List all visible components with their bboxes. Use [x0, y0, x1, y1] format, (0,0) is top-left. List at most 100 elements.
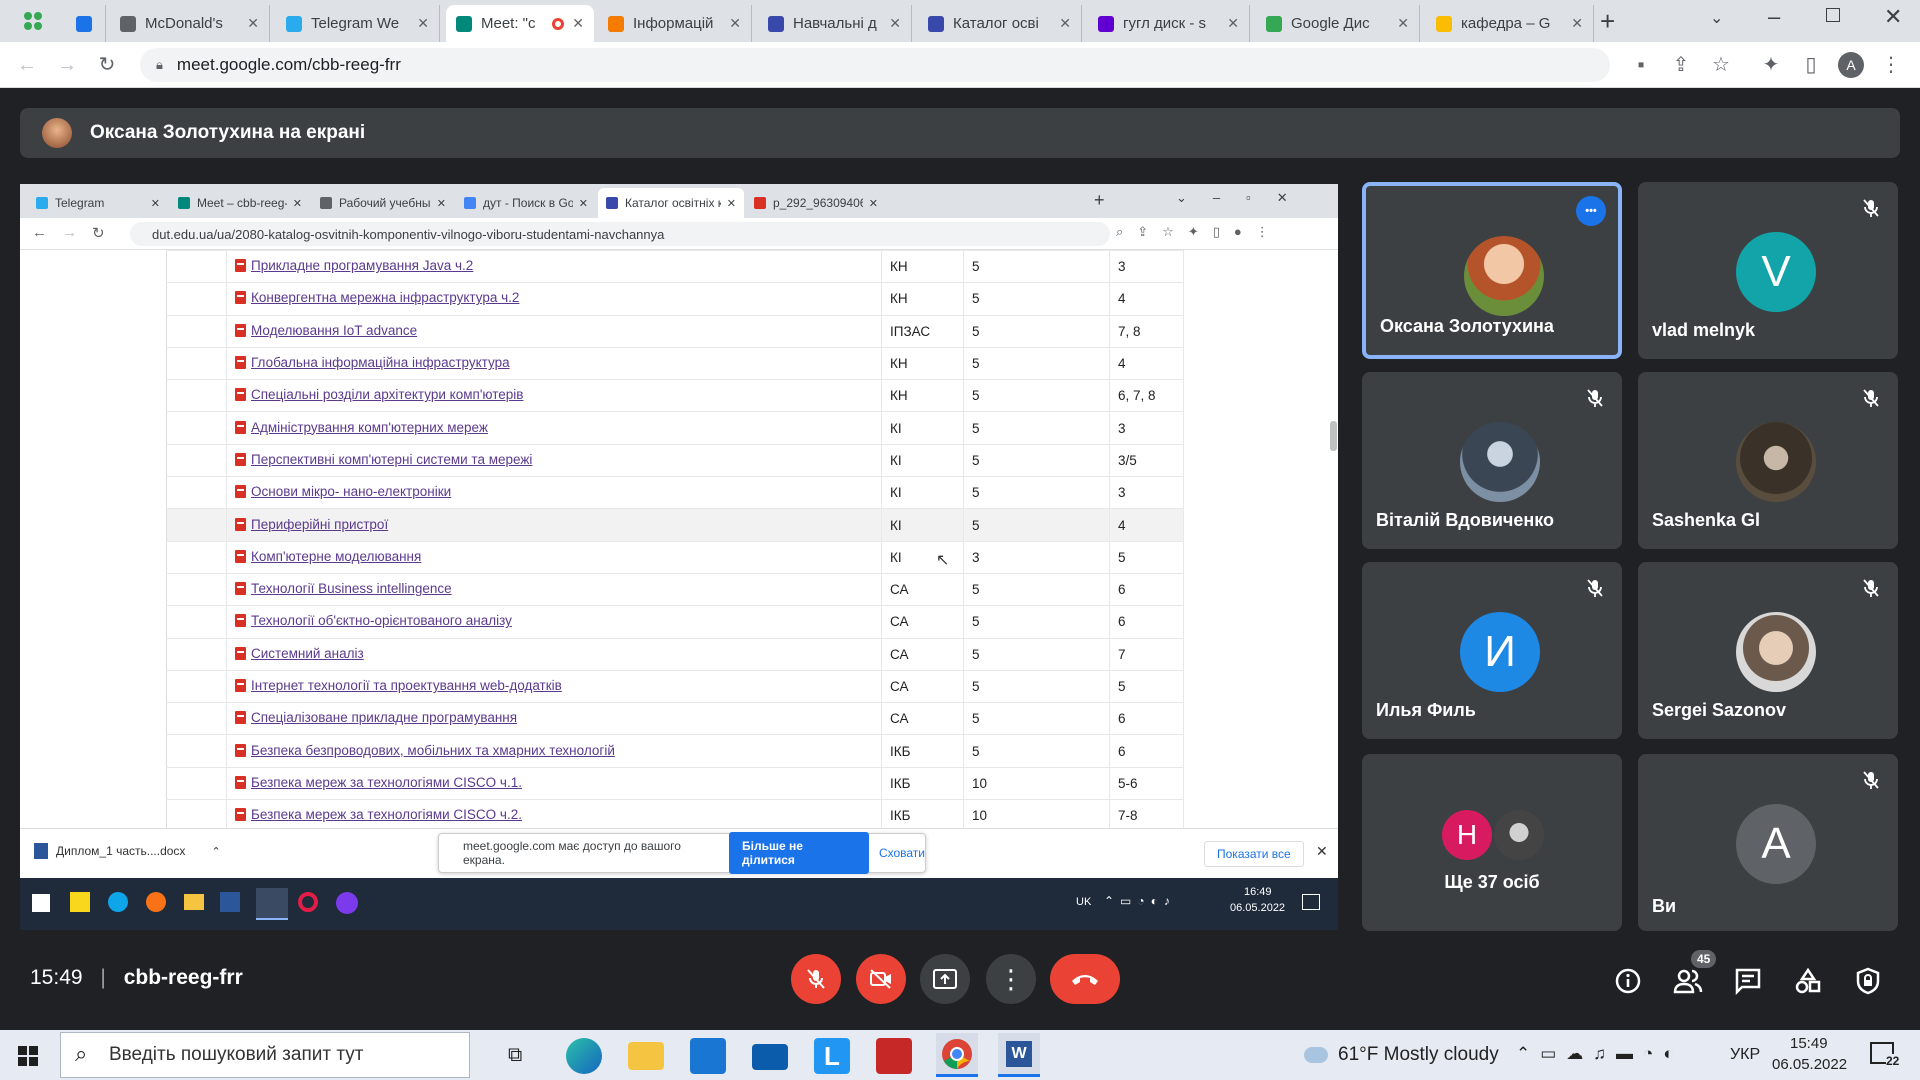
browser-tab[interactable]: кафедра – G ✕	[1426, 5, 1594, 42]
participant-tile[interactable]: Н Ще 37 осіб	[1362, 754, 1622, 931]
participant-tile[interactable]: Vvlad melnyk	[1638, 182, 1898, 359]
participant-tile[interactable]: Sergei Sazonov	[1638, 562, 1898, 739]
close-tab-icon[interactable]: ✕	[417, 15, 429, 32]
weather-widget[interactable]: 61°F Mostly cloudy	[1304, 1044, 1499, 1066]
present-screen-button[interactable]	[920, 954, 970, 1004]
app-l-icon[interactable]: L	[814, 1038, 850, 1074]
mcafee-icon[interactable]	[876, 1038, 912, 1074]
row-spacer	[166, 411, 227, 445]
semester-cell: 7, 8	[1109, 314, 1184, 348]
windows-start-icon[interactable]	[18, 1046, 38, 1071]
file-explorer-icon[interactable]	[628, 1042, 664, 1070]
course-link: Комп'ютерне моделювання	[235, 549, 421, 564]
department-cell: КН	[881, 249, 964, 284]
task-view-icon[interactable]: ⧉	[508, 1044, 522, 1067]
course-link: Безпека мереж за технологіями CISCO ч.1.	[235, 775, 522, 790]
leave-call-button[interactable]	[1050, 954, 1120, 1004]
back-icon[interactable]: ←	[14, 52, 40, 78]
course-cell: Технології об'єктно-орієнтованого аналіз…	[226, 605, 882, 639]
show-all-downloads-button: Показати все	[1204, 841, 1304, 867]
taskbar-search-box[interactable]: ⌕ Введіть пошуковий запит тут	[60, 1032, 470, 1078]
maximize-icon[interactable]	[1826, 8, 1840, 22]
people-button[interactable]: 45	[1671, 950, 1717, 998]
pdf-icon	[235, 291, 246, 305]
url-field[interactable]: 🔒︎ meet.google.com/cbb-reeg-frr	[140, 48, 1610, 82]
table-row: Периферійні пристрої КІ 5 4	[166, 508, 1184, 542]
close-tab-icon[interactable]: ✕	[729, 15, 741, 32]
chevron-up-icon: ⌃	[211, 845, 221, 858]
more-options-button[interactable]: ⋮	[986, 954, 1036, 1004]
participant-tile[interactable]: И Илья Филь	[1362, 562, 1622, 739]
screen-share-notice: meet.google.com має доступ до вашого екр…	[438, 832, 926, 874]
meeting-details-button[interactable]	[1611, 964, 1645, 998]
close-tab-icon[interactable]: ✕	[247, 15, 259, 32]
chrome-icon[interactable]	[936, 1033, 978, 1077]
share-icon[interactable]: ⇪	[1668, 52, 1694, 78]
close-tab-icon[interactable]: ✕	[1571, 15, 1583, 32]
chat-button[interactable]	[1731, 964, 1765, 998]
more-options-icon[interactable]: •••	[1576, 196, 1606, 226]
course-link: Прикладне програмування Java ч.2	[235, 258, 473, 273]
new-tab-icon[interactable]: +	[1600, 6, 1615, 37]
activities-button[interactable]	[1791, 964, 1825, 998]
browser-tab[interactable]: Каталог осві ✕	[918, 5, 1082, 42]
input-language[interactable]: УКР	[1730, 1046, 1760, 1064]
forward-icon[interactable]: →	[54, 52, 80, 78]
edge-icon[interactable]	[566, 1038, 602, 1074]
store-icon[interactable]	[690, 1038, 726, 1074]
clock-time[interactable]: 15:49	[1790, 1035, 1828, 1052]
host-controls-button[interactable]	[1851, 964, 1885, 998]
tab-search-icon[interactable]: ⌄	[1710, 8, 1723, 28]
word-icon[interactable]: W	[998, 1033, 1040, 1077]
browser-tab[interactable]: Інформацій ✕	[598, 5, 752, 42]
profile-avatar[interactable]: A	[1838, 52, 1864, 78]
tray-icons[interactable]: ⌃▭☁♫▬◔◐	[1516, 1044, 1684, 1064]
close-tab-icon[interactable]: ✕	[1059, 15, 1071, 32]
browser-tab[interactable]: Google Дис ✕	[1256, 5, 1420, 42]
camera-off-button[interactable]	[856, 954, 906, 1004]
apps-grid-icon[interactable]	[22, 10, 44, 32]
tab-title: Навчальні д	[793, 15, 877, 32]
browser-tab[interactable]: Meet: "c ✕	[446, 5, 594, 42]
browser-tab[interactable]	[66, 5, 106, 42]
minimize-icon[interactable]: –	[1768, 4, 1780, 30]
close-window-icon[interactable]: ✕	[1884, 4, 1902, 30]
hide-notice-button: Сховати	[878, 846, 925, 860]
browser-tab[interactable]: Telegram We ✕	[276, 5, 440, 42]
course-cell: Периферійні пристрої	[226, 508, 882, 542]
close-tab-icon[interactable]: ✕	[572, 15, 584, 32]
table-row: Перспективні комп'ютерні системи та мере…	[166, 443, 1184, 478]
extensions-icon[interactable]: ✦	[1758, 52, 1784, 78]
course-cell: Конвергентна мережна інфраструктура ч.2	[226, 282, 882, 316]
participant-tile[interactable]: Оксана Золотухина •••	[1362, 182, 1622, 359]
side-panel-icon[interactable]: ▯	[1798, 52, 1824, 78]
participant-tile[interactable]: A Ви	[1638, 754, 1898, 931]
mail-icon[interactable]	[752, 1044, 788, 1070]
camera-icon[interactable]: ▪	[1628, 52, 1654, 78]
participant-tile[interactable]: Віталій Вдовиченко	[1362, 372, 1622, 549]
credits-cell: 5	[963, 637, 1110, 671]
bookmark-star-icon[interactable]: ☆	[1708, 52, 1734, 78]
menu-kebab-icon[interactable]: ⋮	[1878, 52, 1904, 78]
course-name: Моделювання IoT advance	[251, 322, 418, 338]
clock-date[interactable]: 06.05.2022	[1772, 1056, 1847, 1073]
department-cell: КІ	[881, 476, 964, 510]
tab-favicon-icon	[1436, 15, 1452, 32]
close-tab-icon[interactable]: ✕	[1397, 15, 1409, 32]
row-spacer	[166, 314, 227, 348]
participant-avatar: И	[1460, 612, 1540, 692]
participant-name: Віталій Вдовиченко	[1376, 510, 1554, 530]
close-tab-icon[interactable]: ✕	[889, 15, 901, 32]
reload-icon[interactable]: ↻	[94, 52, 120, 78]
course-link: Моделювання IoT advance	[235, 323, 417, 338]
browser-tab[interactable]: McDonald's ✕	[110, 5, 270, 42]
shared-browser-tab: Meet – cbb-reeg- ✕	[170, 188, 310, 218]
participant-tile[interactable]: Sashenka Gl	[1638, 372, 1898, 549]
muted-mic-icon	[1860, 388, 1882, 410]
browser-tab[interactable]: Навчальні д ✕	[758, 5, 912, 42]
shared-window-controls: ⌄–▫✕	[1176, 190, 1314, 205]
close-tab-icon[interactable]: ✕	[1227, 15, 1239, 32]
browser-tab[interactable]: гугл диск - s ✕	[1088, 5, 1250, 42]
mic-off-button[interactable]	[791, 954, 841, 1004]
shared-close-tab-icon: ✕	[726, 197, 736, 210]
